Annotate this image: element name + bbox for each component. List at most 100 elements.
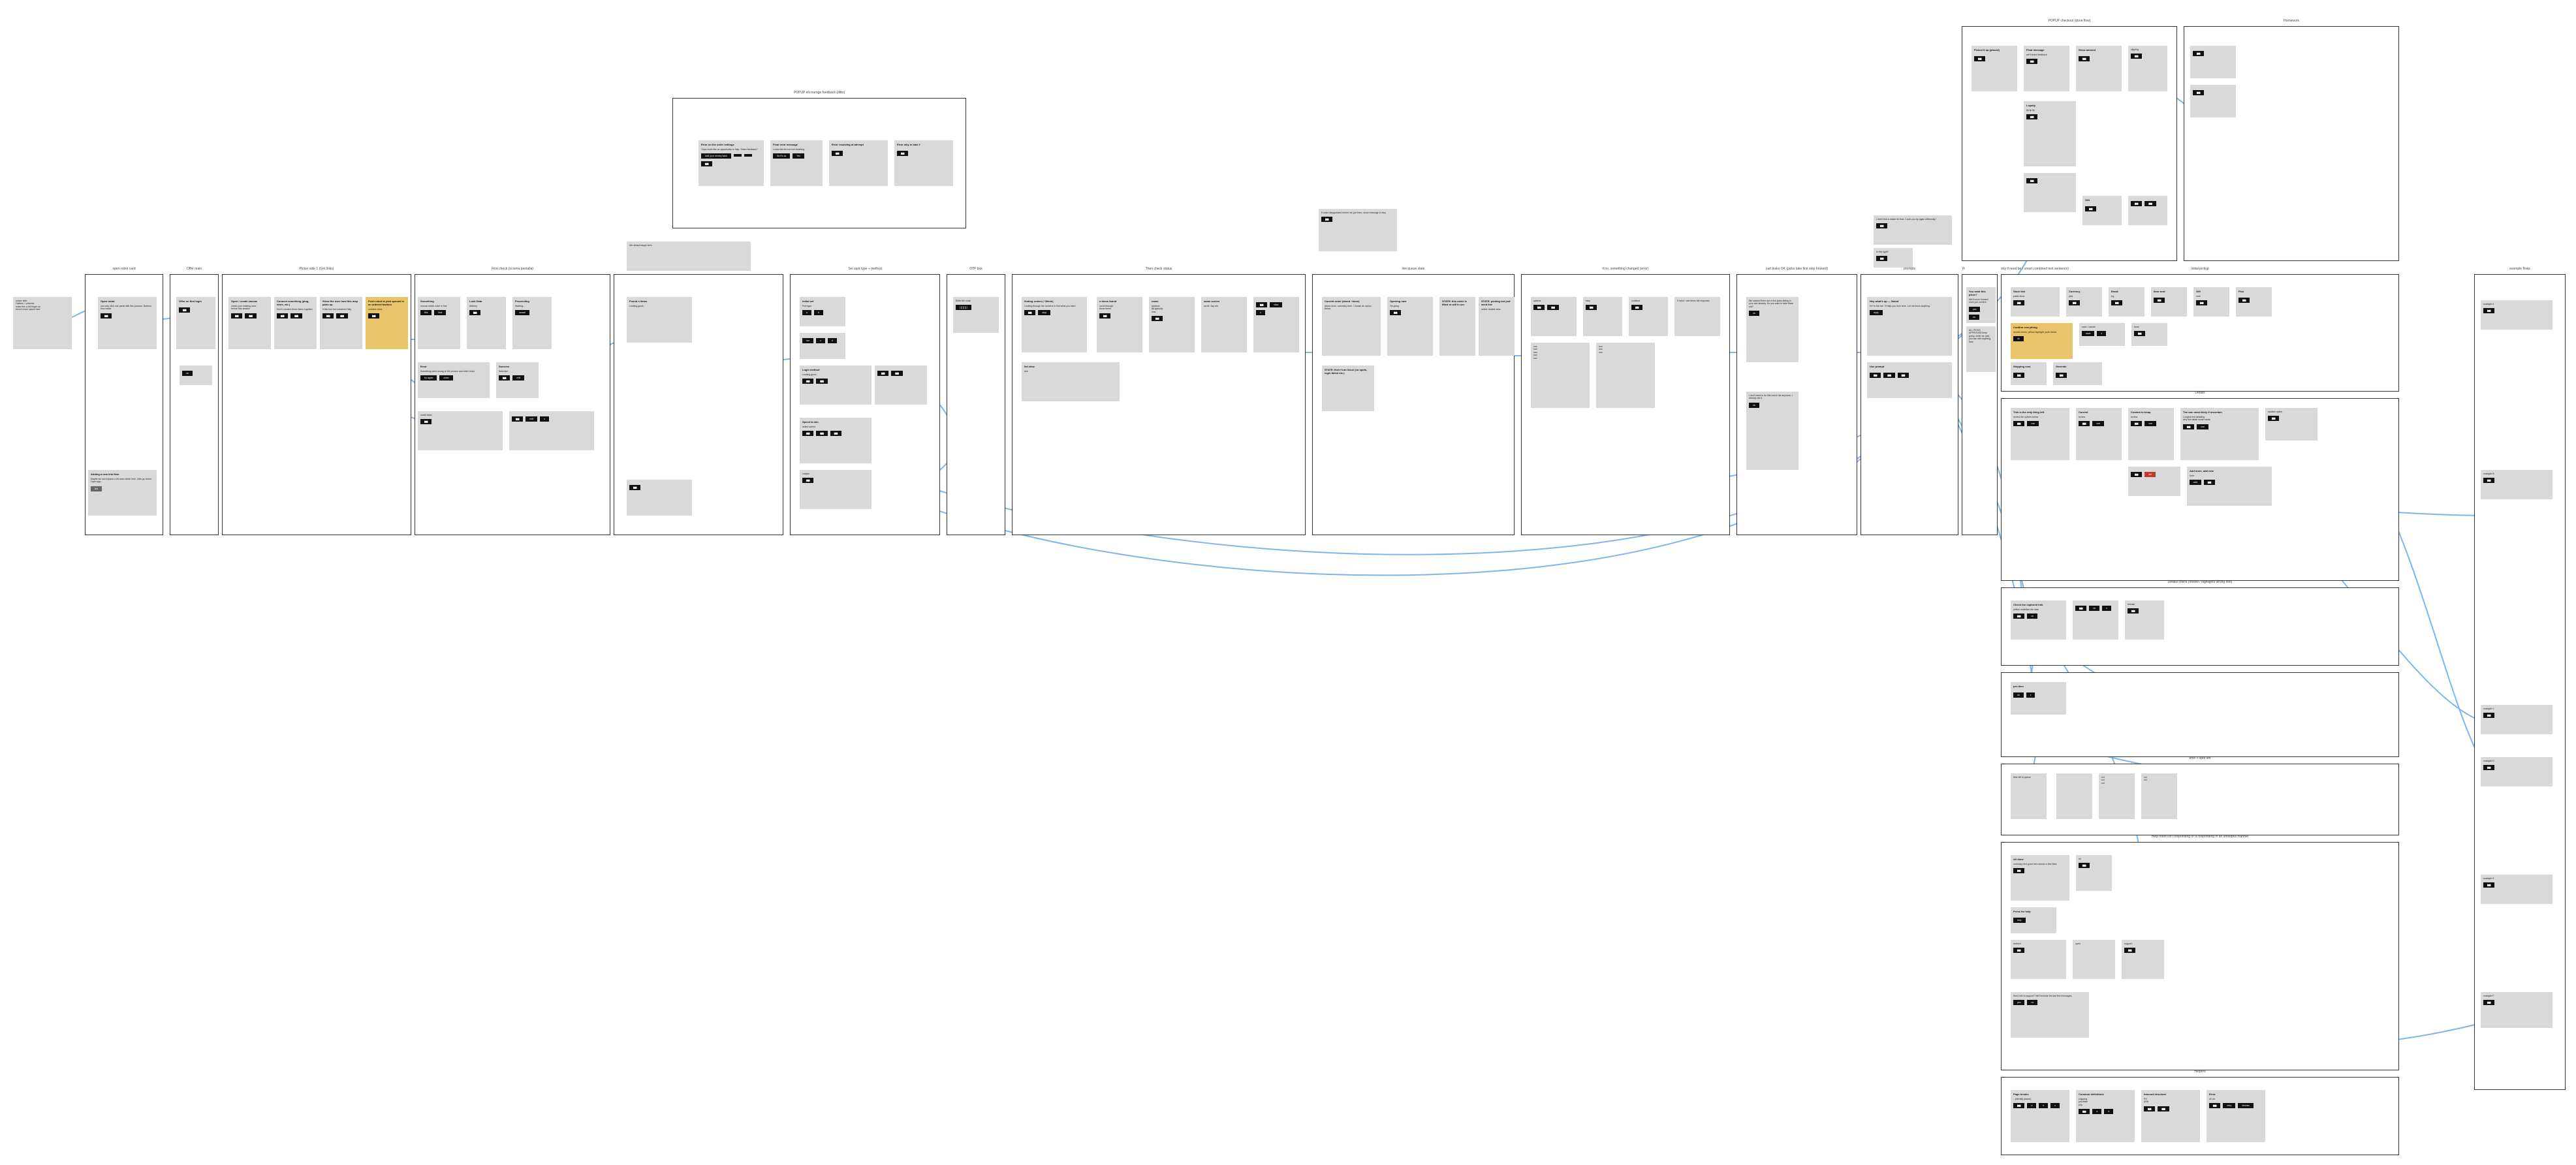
card-dc2[interactable]: ▆▆okx: [2073, 600, 2118, 640]
action-button[interactable]: dismiss: [2238, 1103, 2254, 1108]
action-button[interactable]: view: [1270, 302, 1282, 307]
action-button[interactable]: cancel: [515, 310, 529, 315]
card-fc3[interactable]: ProceedingStarting...cancel: [512, 297, 552, 349]
card-co6[interactable]: list viewsee: [1022, 362, 1120, 401]
thumb-button[interactable]: ▆▆: [816, 431, 827, 436]
card-hl2[interactable]: Common definitionsshippingpull-statep2p▆…: [2076, 1090, 2135, 1142]
card-ck4[interactable]: clipping▆▆: [2128, 46, 2167, 91]
card-lq5[interactable]: STATE: there's an issue (no spots, login…: [1322, 365, 1374, 411]
action-button[interactable]: edit: [526, 416, 537, 422]
card-ip2[interactable]: Currencypick▆▆: [2066, 287, 2102, 317]
action-button[interactable]: x: [2026, 692, 2035, 698]
action-button[interactable]: use: [2092, 421, 2104, 426]
action-button[interactable]: b: [814, 310, 823, 315]
card-mi3[interactable]: continue▆▆: [1629, 297, 1668, 336]
card-leftOpen[interactable]: Open robotcan only click one panel with …: [98, 297, 157, 349]
action-button[interactable]: a: [802, 310, 811, 315]
action-button[interactable]: ok: [1749, 403, 1759, 408]
card-co5[interactable]: ▆▆viewx: [1253, 297, 1299, 352]
card-fc5[interactable]: SuccessSelected▆▆edit: [496, 362, 539, 398]
thumb-button[interactable]: ▆▆: [1586, 305, 1597, 310]
card-ba2[interactable]: Is this right?▆▆: [1874, 248, 1913, 268]
thumb-button[interactable]: ▆▆: [2013, 300, 2024, 305]
action-button[interactable]: save: [2082, 331, 2094, 336]
link-button[interactable]: link: [91, 486, 102, 491]
card-popErr3[interactable]: Error resolving at attempt▆▆: [829, 140, 888, 186]
card-ck1[interactable]: Picked it up (placed)▆▆: [1971, 46, 2017, 91]
action-button[interactable]: x: [2097, 331, 2106, 336]
thumb-button[interactable]: ▆▆: [469, 310, 480, 315]
thumb-button[interactable]: ▆▆: [2483, 713, 2494, 718]
card-p2[interactable]: Connect something (plug, store, etc.)fin…: [274, 297, 317, 349]
card-fc4[interactable]: ErrorSomething went wrong or the chosen …: [418, 362, 490, 398]
card-ex4[interactable]: example D▆▆: [2481, 757, 2552, 786]
action-button[interactable]: try again: [420, 375, 437, 381]
card-hl3[interactable]: Inbound structurePOASN▆▆▆▆: [2141, 1090, 2200, 1142]
action-button[interactable]: ok: [182, 371, 193, 376]
action-button[interactable]: use: [2027, 421, 2039, 426]
card-leftAdd[interactable]: Adding a new link flowMaybe we can expan…: [88, 470, 157, 516]
card-hw2[interactable]: ▆▆: [2190, 85, 2236, 117]
card-ex5[interactable]: example E▆▆: [2481, 875, 2552, 904]
card-ip5[interactable]: Giftnote▆▆: [2193, 287, 2229, 317]
thumb-button[interactable]: ▆▆: [2079, 421, 2090, 426]
card-rd1[interactable]: You want this piece?We'll move forward o…: [1966, 287, 1996, 323]
card-ex2[interactable]: example B▆▆: [2481, 470, 2552, 499]
card-ex3[interactable]: example C▆▆: [2481, 705, 2552, 734]
card-ct2[interactable]: I don't need to do this merch list anymo…: [1746, 392, 1798, 470]
thumb-button[interactable]: ▆▆: [802, 478, 813, 483]
action-button[interactable]: no: [2027, 1000, 2037, 1005]
thumb-button[interactable]: ▆▆: [2204, 480, 2215, 485]
card-ip3[interactable]: Emaileg.▆▆: [2109, 287, 2144, 317]
card-ip8[interactable]: done▆▆: [2131, 323, 2167, 346]
thumb-button[interactable]: ▆▆: [179, 307, 190, 313]
delete-button[interactable]: del: [2144, 472, 2156, 477]
thumb-button[interactable]: ▆▆: [368, 313, 379, 318]
card-hp1[interactable]: All donesummary text goes here across a …: [2011, 855, 2069, 901]
card-p3[interactable]: Show the user how this map pairs upif th…: [320, 297, 362, 349]
thumb-button[interactable]: ▆▆: [802, 379, 813, 384]
thumb-button[interactable]: ▆▆: [2483, 882, 2494, 888]
card-dc1[interactable]: Check the captured infoyellow underline …: [2011, 600, 2066, 640]
card-mi2[interactable]: retry▆▆: [1583, 297, 1622, 336]
card-p4[interactable]: Push robot to pick queued in an ordered …: [366, 297, 408, 349]
thumb-button[interactable]: ▆▆: [2079, 1109, 2090, 1114]
action-button[interactable]: [ ][ ][ ][ ]: [956, 305, 971, 310]
card-lg1[interactable]: Found n itemsLooking good...: [627, 297, 692, 343]
card-tl1[interactable]: time left in queue: [2011, 773, 2047, 819]
card-fc1[interactable]: Somethingchoose which order is firstthis…: [418, 297, 460, 349]
card-pr1[interactable]: Hey what's up — NotedHi I'm the bot. I'l…: [1867, 297, 1952, 356]
thumb-button[interactable]: ▆▆: [2483, 308, 2494, 313]
thumb-button[interactable]: ▆▆: [2483, 478, 2494, 483]
card-tl4[interactable]: colcol: [2141, 773, 2177, 819]
thumb-button[interactable]: ▆▆: [1321, 217, 1332, 222]
card-ck6[interactable]: ▆▆: [2024, 173, 2076, 212]
thumb-button[interactable]: ▆▆: [2013, 868, 2024, 873]
card-ck2[interactable]: Final messagewe'll share feedback▆▆: [2024, 46, 2069, 91]
action-button[interactable]: no: [1969, 315, 1979, 320]
card-ex6[interactable]: example F▆▆: [2481, 992, 2552, 1028]
card-ip7[interactable]: save / cancelsavex: [2079, 323, 2125, 346]
action-button[interactable]: Yes: [793, 153, 804, 159]
thumb-button[interactable]: ▆▆: [1152, 316, 1163, 321]
thumb-button[interactable]: ▆▆: [2131, 201, 2142, 206]
thumb-button[interactable]: ▆▆: [891, 371, 902, 376]
card-lq2[interactable]: Opening nowOk going▆▆: [1387, 297, 1433, 356]
thumb-button[interactable]: ▆▆: [336, 313, 347, 318]
card-st4[interactable]: ▆▆▆▆: [875, 365, 927, 405]
card-fc7[interactable]: ▆▆editx: [509, 411, 594, 450]
thumb-button[interactable]: ▆▆: [2013, 421, 2024, 426]
card-dc4[interactable]: per-itemokx: [2011, 682, 2066, 715]
card-st3[interactable]: Login methodLooking good...▆▆▆▆: [800, 365, 872, 405]
card-otp[interactable]: Enter the code[ ][ ][ ][ ]: [953, 297, 999, 333]
action-button[interactable]: yes: [1969, 307, 1980, 312]
card-leftStart[interactable]: cursor side.Options + pictures.make this…: [13, 297, 72, 349]
action-button[interactable]: b: [2039, 1103, 2048, 1108]
action-button[interactable]: a: [2027, 1103, 2036, 1108]
thumb-button[interactable]: ▆▆: [830, 431, 841, 436]
action-button[interactable]: ok: [2013, 336, 2024, 341]
thumb-button[interactable]: ▆▆: [2075, 606, 2086, 611]
thumb-button[interactable]: ▆▆: [2193, 51, 2204, 56]
thumb-button[interactable]: ▆▆: [499, 375, 510, 381]
action-button[interactable]: c: [2050, 1103, 2060, 1108]
